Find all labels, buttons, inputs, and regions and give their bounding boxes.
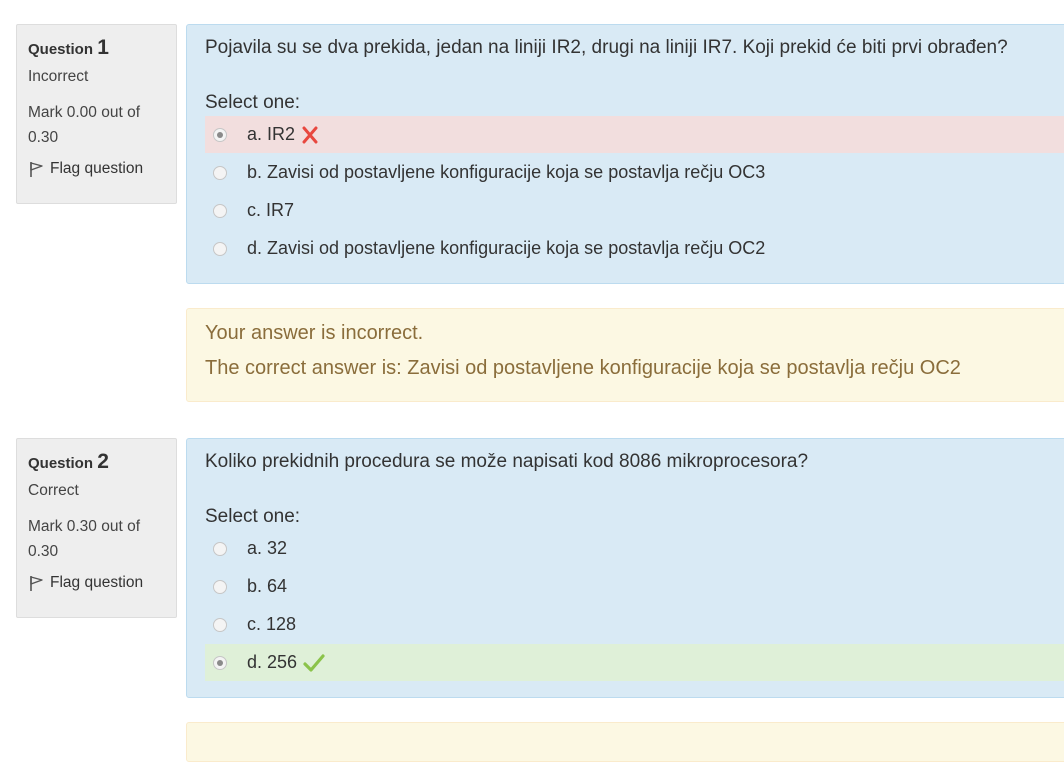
answer-label: b. 64 <box>247 576 288 596</box>
cross-icon <box>301 126 319 144</box>
flag-question-label: Flag question <box>50 160 144 177</box>
feedback-right-answer: The correct answer is: Zavisi od postavl… <box>205 357 961 379</box>
answer-label: c. 128 <box>247 614 297 634</box>
question-grade: Mark 0.00 out of 0.30 <box>28 104 141 146</box>
question-2-content: Koliko prekidnih procedura se može napis… <box>186 438 1064 698</box>
feedback-status: Your answer is incorrect. <box>205 322 424 344</box>
flag-icon <box>30 576 43 591</box>
answer-label: b. Zavisi od postavljene konfiguracije k… <box>247 162 766 182</box>
question-1-feedback: Your answer is incorrect. The correct an… <box>186 308 1064 402</box>
radio-button[interactable] <box>213 127 227 142</box>
answer-option-a[interactable]: a. IR2 <box>205 116 1064 153</box>
flag-question-button[interactable]: Flag question <box>28 574 166 592</box>
answer-label: d. 256 <box>247 652 298 672</box>
answer-option-b[interactable]: b. 64 <box>205 568 1064 605</box>
select-one-prompt: Select one: <box>205 92 301 113</box>
question-label: Question <box>28 455 94 472</box>
question-1-info: Question 1 Incorrect Mark 0.00 out of 0.… <box>16 24 177 204</box>
question-text: Pojavila su se dva prekida, jedan na lin… <box>205 37 1008 58</box>
radio-button[interactable] <box>213 655 227 670</box>
check-icon <box>303 653 325 673</box>
answer-label: a. 32 <box>247 538 288 558</box>
answer-label: d. Zavisi od postavljene konfiguracije k… <box>247 238 766 258</box>
answer-option-b[interactable]: b. Zavisi od postavljene konfiguracije k… <box>205 154 1064 191</box>
question-state: Incorrect <box>28 68 89 85</box>
question-2-feedback <box>186 722 1064 762</box>
flag-question-button[interactable]: Flag question <box>28 160 166 178</box>
question-label: Question <box>28 41 94 58</box>
flag-question-label: Flag question <box>50 574 144 591</box>
answer-option-d[interactable]: d. 256 <box>205 644 1064 681</box>
radio-button[interactable] <box>213 617 227 632</box>
question-1-content: Pojavila su se dva prekida, jedan na lin… <box>186 24 1064 284</box>
radio-button[interactable] <box>213 579 227 594</box>
question-text: Koliko prekidnih procedura se može napis… <box>205 451 809 472</box>
answer-option-c[interactable]: c. IR7 <box>205 192 1064 229</box>
radio-button[interactable] <box>213 241 227 256</box>
question-state: Correct <box>28 482 79 499</box>
question-number-value: 2 <box>97 450 109 473</box>
question-number-value: 1 <box>97 36 109 59</box>
question-grade: Mark 0.30 out of 0.30 <box>28 518 141 560</box>
question-number: Question 1 <box>28 36 166 60</box>
flag-icon <box>30 162 43 177</box>
question-number: Question 2 <box>28 450 166 474</box>
answer-label: a. IR2 <box>247 124 296 144</box>
answer-label: c. IR7 <box>247 200 295 220</box>
radio-button[interactable] <box>213 541 227 556</box>
radio-button[interactable] <box>213 165 227 180</box>
answer-option-d[interactable]: d. Zavisi od postavljene konfiguracije k… <box>205 230 1064 267</box>
question-2-info: Question 2 Correct Mark 0.30 out of 0.30… <box>16 438 177 618</box>
answer-option-c[interactable]: c. 128 <box>205 606 1064 643</box>
select-one-prompt: Select one: <box>205 506 301 527</box>
answer-option-a[interactable]: a. 32 <box>205 530 1064 567</box>
radio-button[interactable] <box>213 203 227 218</box>
